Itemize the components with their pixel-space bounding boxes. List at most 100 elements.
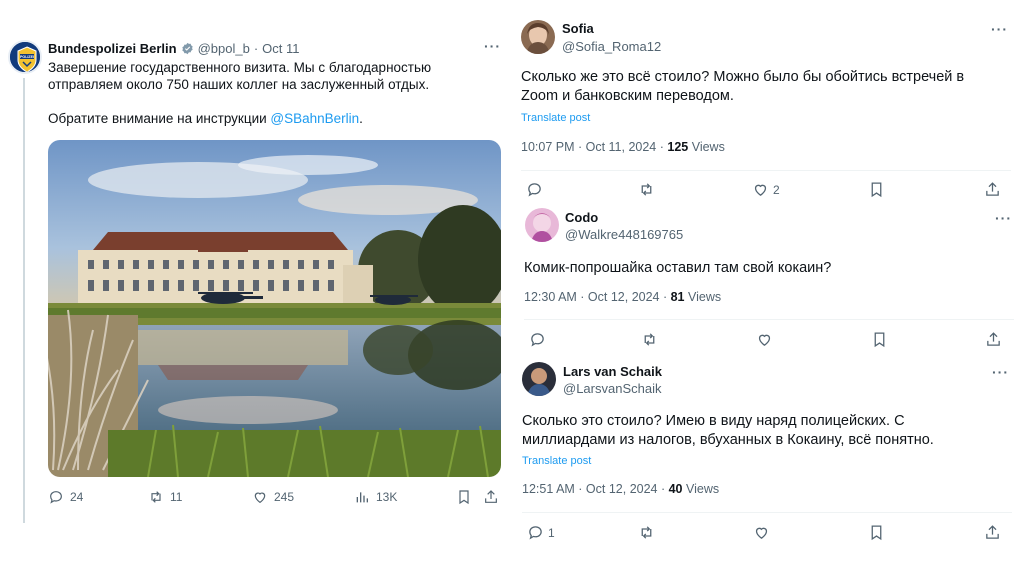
retweet-icon: [641, 183, 652, 196]
user-photo-icon: [525, 208, 559, 242]
user-photo-icon: [522, 362, 556, 396]
translate-link[interactable]: Translate post: [521, 112, 590, 124]
share-button[interactable]: [984, 524, 1001, 541]
bookmark-icon: [459, 490, 469, 505]
author-handle[interactable]: @Walkre448169765: [565, 227, 683, 242]
like-count: 245: [274, 490, 295, 504]
heart-icon: [758, 334, 771, 346]
tweet-date[interactable]: Oct 11: [262, 41, 299, 56]
share-button[interactable]: [984, 181, 1001, 198]
police-badge-icon: POLIZEI: [10, 42, 40, 72]
avatar[interactable]: [522, 362, 556, 396]
share-icon: [987, 332, 1000, 346]
views-label: Views: [682, 482, 720, 496]
svg-text:POLIZEI: POLIZEI: [20, 55, 34, 59]
reply-button[interactable]: [526, 181, 547, 198]
more-options-icon[interactable]: ···: [992, 364, 1009, 380]
author-name[interactable]: Lars van Schaik: [563, 364, 662, 379]
main-tweet[interactable]: POLIZEI Bundespolizei Berlin @bpol_b · O…: [0, 0, 512, 576]
bookmark-icon: [871, 182, 882, 198]
reply-view-count: 81: [670, 290, 685, 304]
more-options-icon[interactable]: ···: [995, 210, 1012, 226]
tweet-photo[interactable]: [48, 140, 501, 477]
thread-line: [23, 78, 25, 523]
reply-text: Комик-попрошайка оставил там свой кокаин…: [524, 260, 832, 276]
like-button[interactable]: [753, 524, 774, 541]
reply-codo[interactable]: Codo @Walkre448169765 ··· Комик-попрошай…: [512, 205, 1024, 355]
share-button[interactable]: [483, 489, 499, 505]
reply-button[interactable]: 1: [527, 524, 555, 541]
reply-count: 24: [70, 490, 84, 504]
like-button[interactable]: 2: [752, 181, 780, 198]
reply-sofia[interactable]: Sofia @Sofia_Roma12 ··· Сколько же это в…: [512, 0, 1024, 205]
reply-lars[interactable]: Lars van Schaik @LarsvanSchaik ··· Сколь…: [512, 355, 1024, 576]
reply-button[interactable]: 24: [48, 489, 83, 505]
reply-icon: [50, 491, 62, 504]
bookmark-button[interactable]: [868, 524, 885, 541]
bookmark-button[interactable]: [871, 331, 888, 348]
tweet-text-segment: Обратите внимание на инструкции: [48, 111, 271, 126]
views-label: Views: [688, 140, 725, 154]
share-button[interactable]: [985, 331, 1002, 348]
reply-count: 1: [548, 525, 555, 540]
retweet-icon: [151, 491, 161, 503]
reply-timestamp[interactable]: 10:07 PM · Oct 11, 2024 ·: [521, 140, 667, 154]
reply-actions: 2: [526, 181, 1006, 201]
avatar[interactable]: [521, 20, 555, 54]
retweet-button[interactable]: [641, 331, 658, 348]
user-photo-icon: [521, 20, 555, 54]
reply-timestamp[interactable]: 12:30 AM · Oct 12, 2024 ·: [524, 290, 671, 304]
view-count: 13K: [376, 490, 398, 504]
author-handle[interactable]: @Sofia_Roma12: [562, 39, 661, 54]
verified-badge-icon: [181, 42, 193, 55]
tweet-paragraph: Завершение государственного визита. Мы с…: [48, 60, 432, 92]
reply-button[interactable]: [529, 331, 550, 348]
reply-meta: 10:07 PM · Oct 11, 2024 · 125 Views: [521, 140, 725, 154]
reply-meta: 12:51 AM · Oct 12, 2024 · 40 Views: [522, 482, 719, 496]
divider: [524, 319, 1014, 320]
retweet-button[interactable]: [638, 181, 655, 198]
author-name[interactable]: Bundespolizei Berlin: [48, 41, 177, 56]
more-options-icon[interactable]: ···: [484, 38, 501, 54]
bookmark-button[interactable]: [456, 489, 472, 505]
avatar[interactable]: POLIZEI: [8, 40, 42, 74]
author-handle[interactable]: @LarsvanSchaik: [563, 381, 661, 396]
more-options-icon[interactable]: ···: [991, 21, 1008, 37]
like-count: 2: [773, 182, 780, 197]
translate-link[interactable]: Translate post: [522, 455, 591, 467]
reply-view-count: 125: [667, 140, 689, 154]
reply-timestamp[interactable]: 12:51 AM · Oct 12, 2024 ·: [522, 482, 669, 496]
retweet-button[interactable]: [638, 524, 655, 541]
avatar[interactable]: [525, 208, 559, 242]
reply-text: Сколько же это всё стоило? Можно было бы…: [521, 69, 965, 104]
share-icon: [986, 182, 999, 196]
retweet-icon: [641, 526, 652, 539]
share-icon: [485, 490, 497, 503]
replies-panel: Sofia @Sofia_Roma12 ··· Сколько же это в…: [512, 0, 1024, 576]
photo-image: [48, 140, 501, 477]
like-button[interactable]: 245: [252, 489, 294, 505]
separator: ·: [253, 41, 259, 56]
retweet-count: 11: [170, 490, 183, 504]
tweet-actions: 24 11 245 13K: [48, 489, 501, 509]
mention-link[interactable]: @SBahnBerlin: [270, 111, 359, 126]
divider: [521, 170, 1011, 171]
retweet-button[interactable]: 11: [148, 489, 182, 505]
tweet-header: Bundespolizei Berlin @bpol_b · Oct 11: [48, 41, 300, 56]
like-button[interactable]: [756, 331, 777, 348]
heart-icon: [254, 492, 266, 504]
bookmark-button[interactable]: [868, 181, 885, 198]
tweet-text: Завершение государственного визита. Мы с…: [48, 59, 468, 144]
author-name[interactable]: Codo: [565, 210, 598, 225]
author-handle[interactable]: @bpol_b: [198, 41, 250, 56]
heart-icon: [755, 527, 768, 539]
divider: [522, 512, 1012, 513]
bookmark-icon: [874, 332, 885, 348]
reply-view-count: 40: [668, 482, 683, 496]
reply-actions: 1: [527, 524, 1007, 544]
bookmark-icon: [871, 525, 882, 541]
author-name[interactable]: Sofia: [562, 21, 594, 36]
reply-icon: [528, 183, 541, 197]
reply-text: Сколько это стоило? Имею в виду наряд по…: [522, 413, 934, 448]
views-button[interactable]: 13K: [354, 489, 397, 505]
